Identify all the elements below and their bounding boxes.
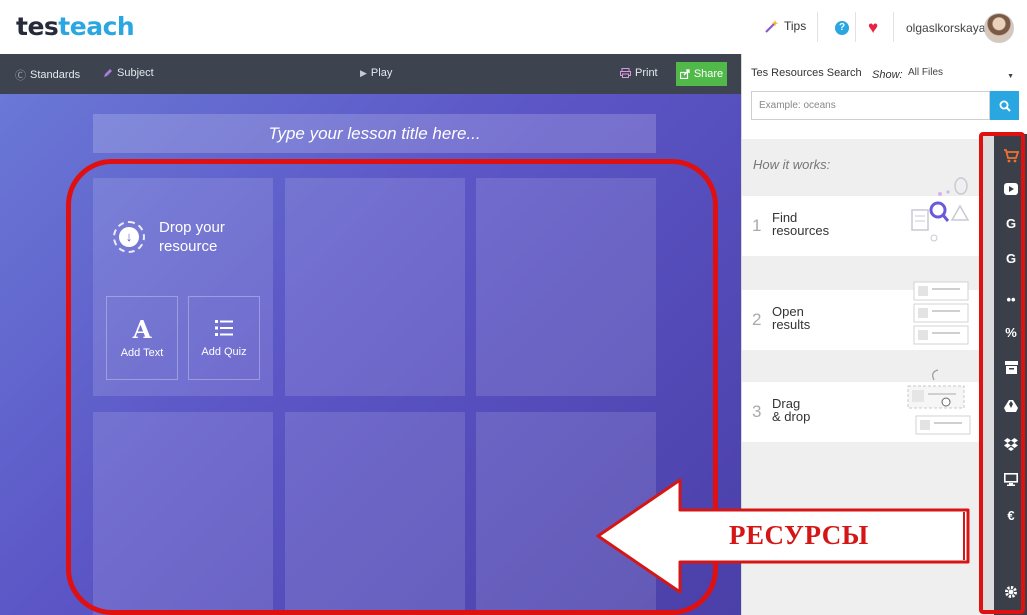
print-icon [620,68,631,78]
resources-search-header: Tes Resources Search Show: All Files ▼ E… [742,54,1027,139]
step-number: 3 [752,402,762,421]
step-open-results: 2 Open results [742,281,981,350]
dropdown-caret-icon: ▼ [1007,73,1014,80]
subject-button[interactable]: Subject [103,67,154,79]
step-number: 1 [752,216,762,235]
search-icon [999,100,1011,112]
resources-search-title: Tes Resources Search [751,67,862,79]
header-divider [893,12,894,42]
step-number: 2 [752,310,762,329]
step-line2: & drop [772,409,811,424]
play-label: Play [370,67,393,79]
drag-drop-illustration [907,369,971,435]
share-label: Share [693,68,724,80]
play-button[interactable]: ▶ Play [360,67,392,79]
step-line2: results [772,317,811,332]
magic-wand-icon [765,20,779,33]
standards-label: Standards [30,69,81,81]
logo-teach: teach [58,12,135,41]
subject-label: Subject [117,67,154,79]
share-icon [679,69,690,79]
step-text: Drag & drop [772,397,862,423]
header-divider [855,12,856,42]
print-button[interactable]: Print [620,67,658,79]
step-drag-drop: 3 Drag & drop [742,369,981,442]
search-button[interactable] [990,91,1019,120]
standards-button[interactable]: Ⓒ Standards [15,67,80,83]
step-find-resources: 1 Find resources [742,177,981,256]
find-resources-illustration [911,177,970,242]
tes-c-icon: Ⓒ [15,70,26,82]
username[interactable]: olgaslkorskaya [906,21,985,35]
print-label: Print [635,67,658,79]
file-type-select[interactable]: All Files ▼ [904,63,1020,87]
tips-label: Tips [784,19,807,33]
share-button[interactable]: Share [676,62,727,86]
annotation-frame-strip [979,132,1025,614]
step-line2: resources [772,223,830,238]
lesson-title-input[interactable]: Type your lesson title here... [93,114,656,153]
tips-button[interactable]: Tips [764,19,806,33]
pencil-icon [104,69,112,77]
tes-teach-logo[interactable]: testeach [16,12,135,41]
lesson-toolbar: Ⓒ Standards Subject ▶ Play Print Share [0,54,741,94]
resources-annotation-label: РЕСУРСЫ [729,520,869,550]
avatar[interactable] [984,13,1014,43]
play-icon: ▶ [360,67,367,78]
how-it-works-heading: How it works: [753,157,831,172]
show-label: Show: [872,69,903,81]
resources-search-input[interactable]: Example: oceans [751,91,990,120]
help-icon[interactable]: ? [835,21,849,35]
header-divider [817,12,818,42]
step-text: Open results [772,305,862,331]
file-type-value: All Files [908,67,944,78]
step-text: Find resources [772,211,862,237]
top-header: testeach Tips ? ♥ olgaslkorskaya [0,0,1027,54]
logo-tes: tes [16,12,59,41]
open-results-illustration [913,281,969,345]
heart-icon[interactable]: ♥ [868,18,878,38]
